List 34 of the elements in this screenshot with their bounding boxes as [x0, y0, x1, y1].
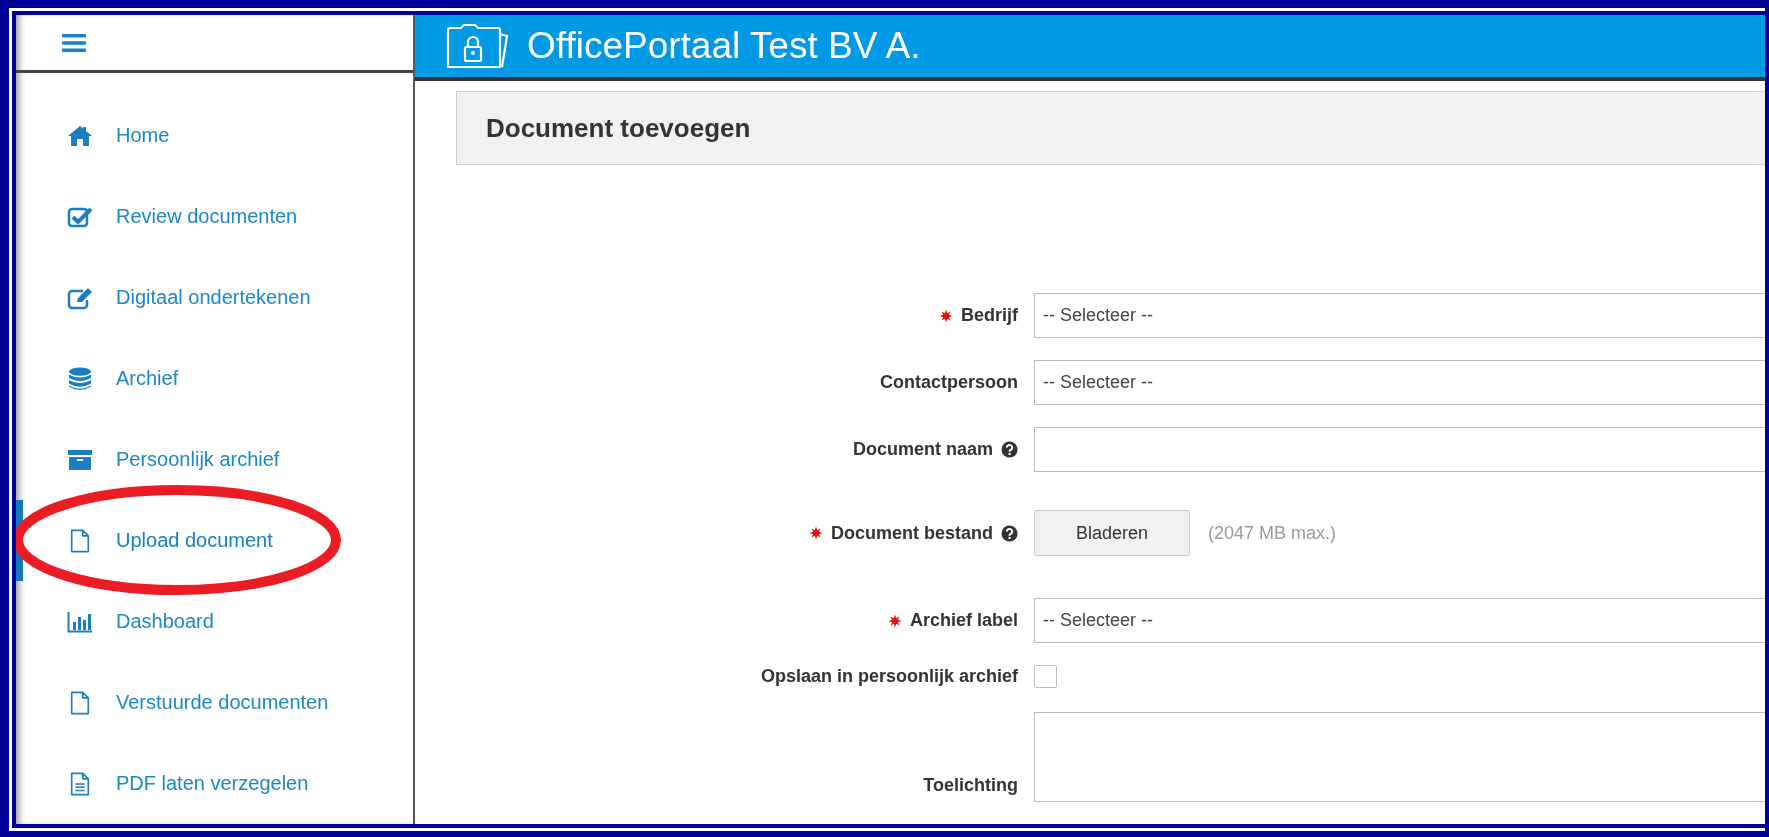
home-icon [67, 123, 93, 148]
edit-icon [67, 285, 93, 310]
help-icon[interactable] [1001, 524, 1018, 542]
panel-title: Document toevoegen [486, 112, 751, 144]
sidebar-item[interactable]: Verstuurde documenten [16, 662, 413, 743]
field-label: Document bestand [830, 522, 993, 544]
sidebar-item[interactable]: Dashboard [16, 581, 413, 662]
checkbox[interactable] [1034, 665, 1057, 688]
help-icon[interactable] [1001, 441, 1018, 458]
archive-box-icon [67, 447, 93, 472]
sidebar-item[interactable]: Home [16, 95, 413, 176]
size-hint: (2047 MB max.) [1208, 522, 1337, 544]
field-label: Archief label [909, 610, 1018, 631]
sidebar-item[interactable]: Persoonlijk archief [16, 419, 413, 500]
select-field[interactable]: -- Selecteer -- [1034, 598, 1765, 643]
field-label: Toelichting [923, 775, 1018, 796]
sidebar-item[interactable]: PDF laten verzegelen [16, 743, 413, 824]
database-icon [67, 366, 93, 391]
sidebar-item[interactable]: Review documenten [16, 176, 413, 257]
field-label: Bedrijf [961, 305, 1018, 326]
app-title: OfficePortaal Test BV A. [527, 25, 921, 67]
sidebar-item[interactable]: Digitaal ondertekenen [16, 257, 413, 338]
locked-folder-icon [445, 22, 511, 70]
sidebar-item[interactable]: Archief [16, 338, 413, 419]
select-field[interactable]: -- Selecteer -- [1034, 360, 1765, 405]
text-field[interactable] [1034, 427, 1765, 472]
browse-button[interactable]: Bladeren [1034, 510, 1190, 556]
select-field[interactable]: -- Selecteer -- [1034, 293, 1765, 338]
bar-chart-icon [67, 609, 93, 634]
field-label: Opslaan in persoonlijk archief [760, 666, 1018, 687]
field-label: Document naam [852, 439, 993, 460]
menu-icon[interactable] [62, 32, 86, 53]
sidebar-item[interactable]: Upload document [16, 500, 413, 581]
field-label: Contactpersoon [880, 372, 1018, 393]
